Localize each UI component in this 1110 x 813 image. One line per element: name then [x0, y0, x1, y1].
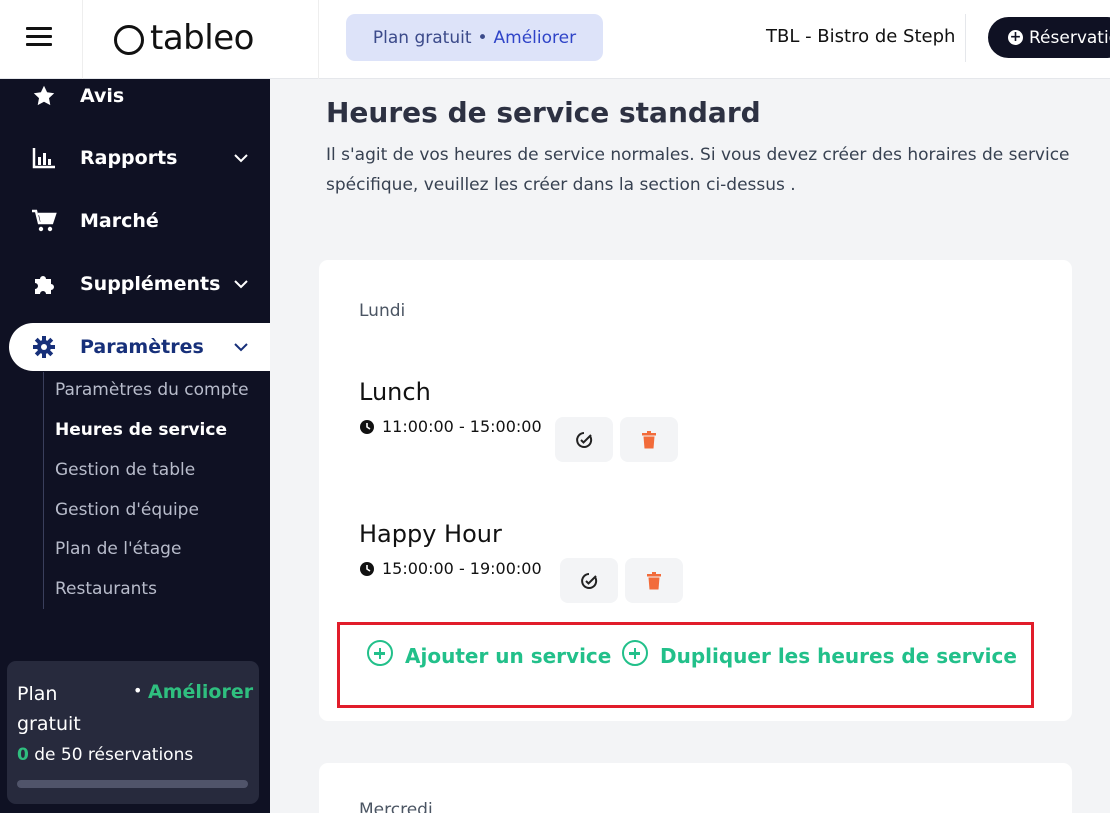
plan-card-separator: •: [133, 681, 143, 700]
sidebar-subitem-restaurants[interactable]: Restaurants: [55, 579, 157, 599]
duplicate-hours-label: Dupliquer les heures de service: [660, 644, 1017, 668]
new-reservation-label: Réservation: [1029, 27, 1110, 48]
reservation-limit-text: de 50 réservations: [28, 745, 194, 765]
clock-icon: [360, 561, 374, 576]
star-icon: [31, 83, 57, 109]
sidebar-item-label: Paramètres: [80, 336, 204, 358]
bar-chart-icon: [31, 145, 57, 171]
edit-service-button[interactable]: [560, 558, 618, 603]
day-label: Lundi: [359, 301, 406, 321]
edit-icon: [576, 431, 593, 448]
trash-icon: [642, 430, 656, 448]
add-service-button[interactable]: Ajouter un service: [367, 640, 612, 668]
edit-service-button[interactable]: [555, 417, 613, 462]
delete-service-button[interactable]: [620, 417, 678, 462]
plan-card: Plan gratuit • Améliorer 0 de 50 réserva…: [7, 661, 259, 804]
trash-icon: [647, 571, 661, 589]
plus-circle-icon: +: [1008, 29, 1023, 45]
puzzle-icon: [31, 271, 57, 297]
plan-card-name: Plan gratuit: [17, 683, 81, 735]
plus-circle-icon: [367, 640, 393, 666]
chevron-down-icon[interactable]: [233, 276, 249, 292]
page-title: Heures de service standard: [326, 96, 761, 129]
sidebar-subitem-team-management[interactable]: Gestion d'équipe: [55, 500, 199, 520]
delete-service-button[interactable]: [625, 558, 683, 603]
service-name: Lunch: [359, 378, 431, 406]
day-card-mercredi: Mercredi: [319, 763, 1072, 813]
sidebar-item-marche[interactable]: Marché: [0, 197, 270, 245]
plan-label: Plan gratuit: [372, 27, 472, 48]
service-time-range: 15:00:00 - 19:00:00: [382, 559, 542, 578]
logo[interactable]: tableo: [114, 14, 254, 62]
divider: [965, 14, 966, 62]
restaurant-selector[interactable]: TBL - Bistro de Steph: [766, 26, 955, 47]
sidebar-item-supplements[interactable]: Suppléments: [0, 260, 270, 308]
logo-ring-icon: [114, 25, 144, 55]
chevron-down-icon[interactable]: [233, 150, 249, 166]
duplicate-hours-button[interactable]: Dupliquer les heures de service: [622, 640, 1017, 668]
gear-icon: [31, 334, 57, 360]
sidebar-item-label: Avis: [80, 85, 125, 107]
service-time: 15:00:00 - 19:00:00: [359, 559, 542, 578]
page-description: Il s'agit de vos heures de service norma…: [326, 145, 1070, 195]
plan-pill[interactable]: Plan gratuit • Améliorer: [346, 14, 603, 61]
reservation-usage-bar: [17, 780, 248, 788]
service-time: 11:00:00 - 15:00:00: [359, 417, 542, 436]
service-time-range: 11:00:00 - 15:00:00: [382, 417, 542, 436]
edit-icon: [581, 572, 598, 589]
sidebar-item-avis[interactable]: Avis: [0, 79, 270, 120]
sidebar-item-label: Suppléments: [80, 273, 221, 295]
day-card-lundi: Lundi Lunch 11:00:00 - 15:00:00 Happy Ho…: [319, 260, 1072, 721]
sidebar-item-label: Marché: [80, 210, 159, 232]
new-reservation-button[interactable]: + Réservation: [988, 17, 1110, 58]
sidebar-item-label: Rapports: [80, 147, 178, 169]
plus-circle-icon: [622, 640, 648, 666]
add-service-label: Ajouter un service: [405, 644, 612, 668]
reservation-used-count: 0: [17, 745, 29, 765]
plan-card-upgrade-link[interactable]: Améliorer: [148, 681, 253, 703]
plan-separator: •: [477, 27, 488, 48]
divider: [82, 0, 83, 79]
cart-icon: [31, 208, 57, 234]
sidebar-subitem-floor-plan[interactable]: Plan de l'étage: [55, 539, 181, 559]
sidebar-subitem-account-settings[interactable]: Paramètres du compte: [55, 380, 249, 400]
service-name: Happy Hour: [359, 520, 502, 548]
upgrade-link[interactable]: Améliorer: [494, 28, 577, 48]
sidebar-subitem-service-hours[interactable]: Heures de service: [55, 420, 227, 440]
logo-text: tableo: [150, 18, 254, 58]
day-label: Mercredi: [359, 800, 433, 813]
sidebar-item-parametres[interactable]: Paramètres: [9, 323, 270, 371]
divider: [318, 0, 319, 79]
top-bar: tableo Plan gratuit • Améliorer TBL - Bi…: [0, 0, 1110, 79]
submenu-rail: [43, 372, 44, 609]
clock-icon: [360, 419, 374, 434]
reservation-usage: 0 de 50 réservations: [17, 745, 193, 765]
sidebar-subitem-table-management[interactable]: Gestion de table: [55, 460, 195, 480]
menu-icon[interactable]: [26, 27, 52, 47]
chevron-down-icon[interactable]: [233, 339, 249, 355]
sidebar: Avis Rapports Marché Suppléments Paramèt…: [0, 79, 270, 813]
sidebar-item-rapports[interactable]: Rapports: [0, 134, 270, 182]
